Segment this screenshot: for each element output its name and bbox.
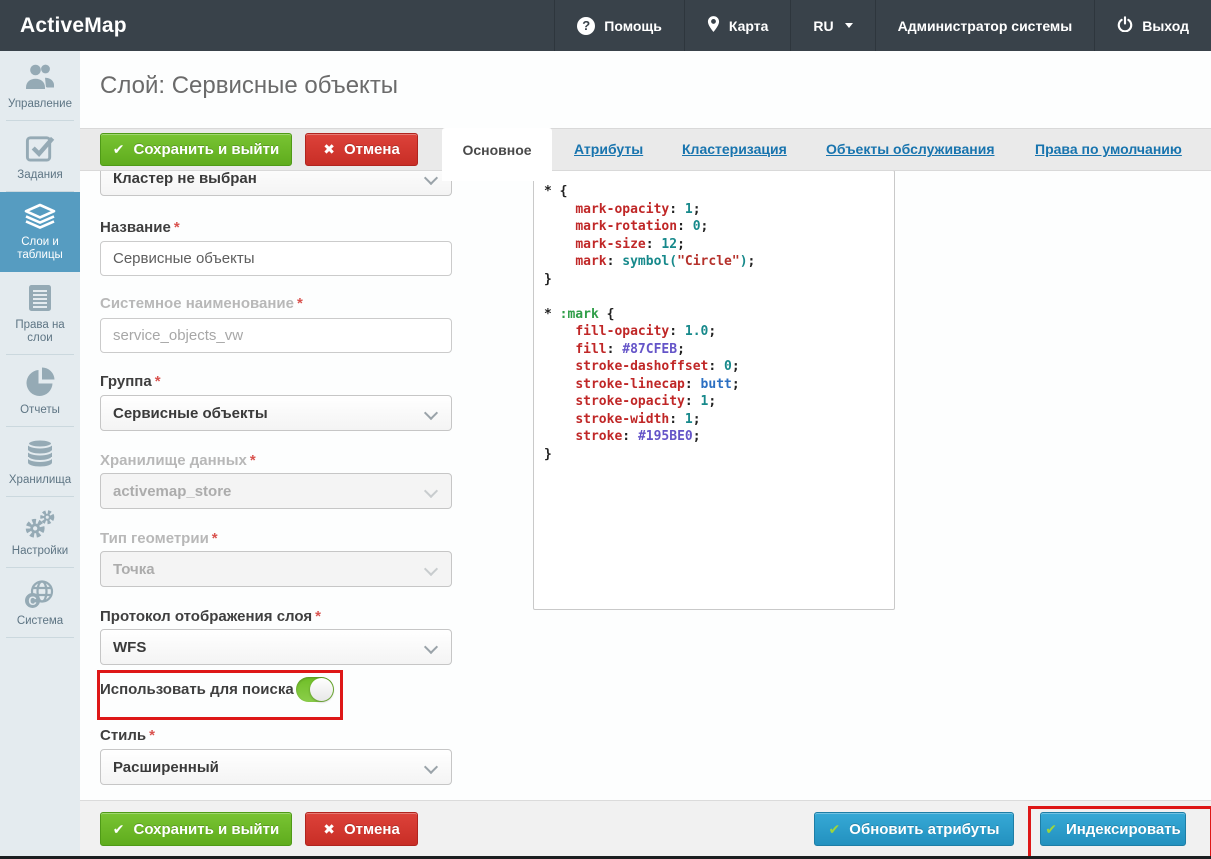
sidebar-item-reports[interactable]: Отчеты [0, 355, 80, 427]
layers-icon [23, 203, 57, 230]
name-input[interactable] [100, 241, 452, 276]
nav-language-select[interactable]: RU [790, 0, 874, 51]
pie-chart-icon [24, 366, 56, 398]
sidebar-item-storages[interactable]: Хранилища [0, 427, 80, 497]
sidebar-item-system[interactable]: C Система [0, 568, 80, 638]
cancel-button-bottom[interactable]: ✖ Отмена [305, 812, 418, 846]
save-exit-button-top[interactable]: ✔ Сохранить и выйти [100, 133, 292, 166]
page-title: Слой: Сервисные объекты [100, 72, 398, 100]
globe-icon: C [23, 579, 57, 609]
nav-help[interactable]: ? Помощь [554, 0, 684, 51]
style-code-editor[interactable]: * { mark-opacity: 1; mark-rotation: 0; m… [533, 170, 895, 610]
index-button[interactable]: ✔ Индексировать [1040, 812, 1186, 846]
style-select[interactable]: Расширенный [100, 749, 452, 785]
chevron-down-icon [424, 640, 438, 654]
nav-current-user[interactable]: Администратор системы [875, 0, 1095, 51]
chevron-down-icon [424, 171, 438, 185]
sidebar-item-layer-rights[interactable]: Права на слои [0, 272, 80, 355]
nav-map[interactable]: Карта [684, 0, 791, 51]
data-store-select: activemap_store [100, 473, 452, 509]
users-icon [23, 62, 57, 92]
document-icon [25, 283, 55, 313]
tab-default-rights[interactable]: Права по умолчанию [1035, 141, 1182, 157]
brand-logo[interactable]: ActiveMap [20, 14, 127, 38]
geometry-type-label: Тип геометрии* [100, 530, 218, 547]
svg-text:C: C [28, 596, 36, 608]
sidebar-item-settings[interactable]: Настройки [0, 497, 80, 568]
cancel-button-top[interactable]: ✖ Отмена [305, 133, 418, 166]
chevron-down-icon [424, 406, 438, 420]
update-attributes-button[interactable]: ✔ Обновить атрибуты [814, 812, 1014, 846]
gears-icon [23, 508, 57, 539]
sidebar-item-management[interactable]: Управление [0, 51, 80, 121]
geometry-type-select: Точка [100, 551, 452, 587]
check-icon: ✔ [829, 821, 841, 838]
help-icon: ? [577, 17, 595, 35]
tab-attributes[interactable]: Атрибуты [574, 141, 643, 157]
power-icon [1117, 16, 1133, 35]
sidebar-item-layers-tables[interactable]: Слои и таблицы [0, 192, 80, 272]
tab-clustering[interactable]: Кластеризация [682, 141, 787, 157]
group-label: Группа* [100, 373, 161, 390]
nav-logout[interactable]: Выход [1094, 0, 1211, 51]
style-code: * { mark-opacity: 1; mark-rotation: 0; m… [544, 183, 886, 463]
check-icon: ✔ [1045, 821, 1057, 838]
top-navbar: ActiveMap ? Помощь Карта RU Администрато… [0, 0, 1211, 51]
x-icon: ✖ [323, 141, 335, 158]
data-store-label: Хранилище данных* [100, 452, 256, 469]
x-icon: ✖ [323, 821, 335, 838]
chevron-down-icon [845, 23, 853, 28]
tab-main[interactable]: Основное [442, 128, 552, 181]
database-icon [24, 438, 56, 468]
tab-service-objects[interactable]: Объекты обслуживания [826, 141, 995, 157]
check-icon: ✔ [113, 821, 125, 838]
navbar-menu: ? Помощь Карта RU Администратор системы … [554, 0, 1211, 51]
group-select[interactable]: Сервисные объекты [100, 395, 452, 431]
system-name-input [100, 318, 452, 353]
use-for-search-label: Использовать для поиска [100, 681, 294, 698]
protocol-label: Протокол отображения слоя* [100, 608, 321, 625]
chevron-down-icon [424, 562, 438, 576]
chevron-down-icon [424, 760, 438, 774]
system-name-label: Системное наименование* [100, 295, 303, 312]
protocol-select[interactable]: WFS [100, 629, 452, 665]
use-for-search-toggle[interactable] [296, 677, 334, 702]
check-square-icon [24, 132, 56, 163]
toggle-knob [310, 678, 333, 701]
save-exit-button-bottom[interactable]: ✔ Сохранить и выйти [100, 812, 292, 846]
sidebar-item-tasks[interactable]: Задания [0, 121, 80, 192]
map-pin-icon [707, 16, 720, 36]
activemap-admin-page: ActiveMap ? Помощь Карта RU Администрато… [0, 0, 1211, 859]
name-label: Название* [100, 219, 180, 236]
check-icon: ✔ [113, 141, 125, 158]
chevron-down-icon [424, 484, 438, 498]
sidebar-nav: Управление Задания Слои и таблицы Права … [0, 51, 80, 856]
style-label: Стиль* [100, 727, 155, 744]
